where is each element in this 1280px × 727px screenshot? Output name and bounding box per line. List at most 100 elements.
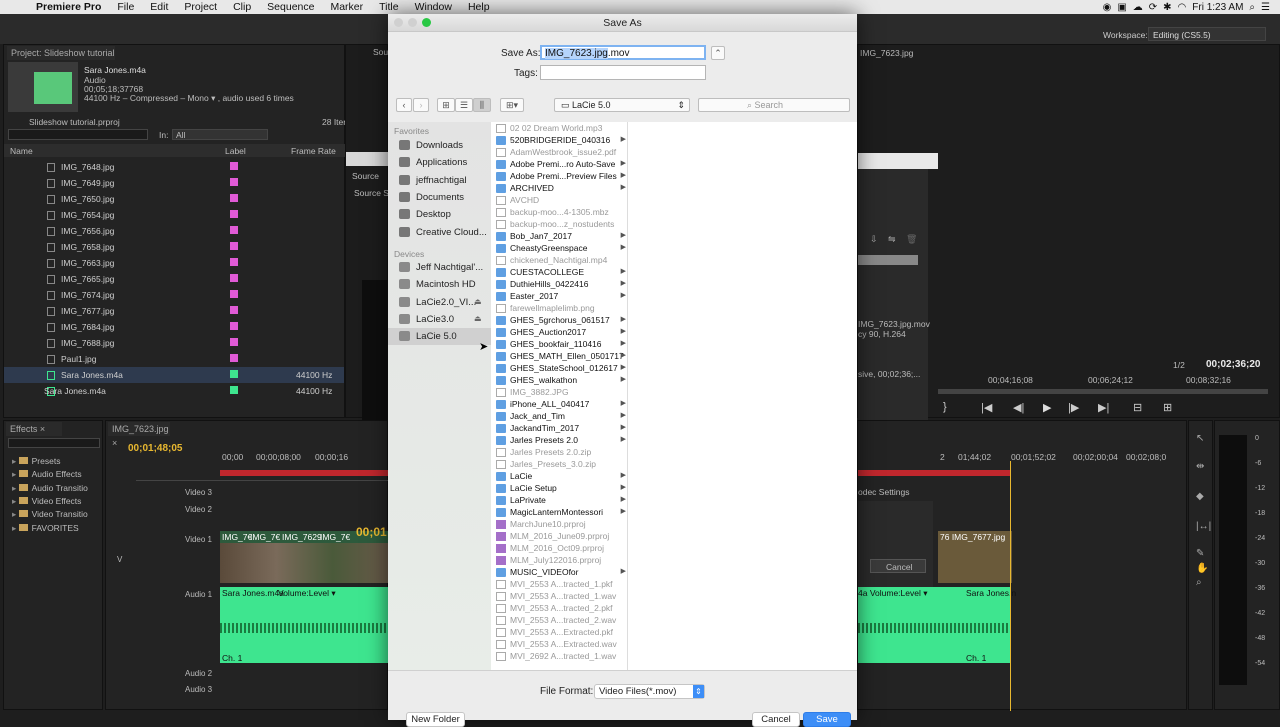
file-list-item[interactable]: MUSIC_VIDEOfor ▶ — [491, 567, 627, 579]
status-icon[interactable]: ▣ — [1117, 2, 1126, 13]
lift-icon[interactable]: ⊟ — [1133, 401, 1142, 414]
video-clip-1[interactable]: IMG_7€ — [222, 532, 252, 542]
sidebar-device-0[interactable]: Jeff Nachtigal'... — [388, 259, 491, 276]
sidebar-device-3[interactable]: LaCie3.0 ⏏ — [388, 311, 491, 328]
arrange-button[interactable]: ⊞▾ — [500, 98, 524, 112]
export-cancel-button[interactable]: Cancel — [870, 559, 926, 573]
effects-folder[interactable]: ▸ FAVORITES — [12, 523, 79, 534]
project-row[interactable]: IMG_7684.jpg — [4, 319, 344, 335]
file-list-item[interactable]: 520BRIDGERIDE_040316 ▶ — [491, 135, 627, 147]
work-area-bar-right[interactable] — [858, 470, 1010, 476]
col-name-header[interactable]: Name — [10, 146, 33, 156]
video-clip-3[interactable]: IMG_7629 — [282, 532, 322, 542]
column-view-button[interactable]: ⫼ — [473, 98, 491, 112]
bluetooth-icon[interactable]: ✱ — [1163, 2, 1171, 13]
project-row[interactable]: IMG_7656.jpg — [4, 223, 344, 239]
workspace-select[interactable]: Editing (CS5.5) — [1148, 27, 1266, 41]
menu-app-name[interactable]: Premiere Pro — [30, 1, 109, 13]
project-row[interactable]: IMG_7650.jpg — [4, 191, 344, 207]
playhead[interactable] — [1010, 461, 1011, 711]
sidebar-favorite-3[interactable]: Documents — [388, 189, 491, 206]
file-list-item[interactable]: Bob_Jan7_2017 ▶ — [491, 231, 627, 243]
sidebar-favorite-4[interactable]: Desktop — [388, 206, 491, 223]
list-icon[interactable]: ☰ — [1261, 2, 1270, 13]
step-forward-icon[interactable]: |▶ — [1068, 401, 1079, 414]
eject-icon[interactable]: ⏏ — [474, 314, 482, 323]
search-icon[interactable]: ⌕ — [1249, 2, 1255, 13]
extract-icon[interactable]: ⊞ — [1163, 401, 1172, 414]
play-icon[interactable]: ▶ — [1043, 401, 1051, 414]
ripple-edit-icon[interactable]: ⇹ — [1196, 461, 1204, 472]
pen-tool-icon[interactable]: ✎ — [1196, 548, 1204, 559]
zoom-button[interactable] — [422, 18, 431, 27]
file-list-item[interactable]: GHES_bookfair_110416 ▶ — [491, 339, 627, 351]
menu-window[interactable]: Window — [407, 1, 460, 13]
work-area-bar[interactable] — [220, 470, 389, 476]
project-search-input[interactable] — [8, 129, 148, 140]
menu-title[interactable]: Title — [371, 1, 406, 13]
program-tab[interactable]: IMG_7623.jpg — [860, 48, 913, 58]
sidebar-favorite-1[interactable]: Applications — [388, 154, 491, 171]
program-timecode[interactable]: 00;02;36;20 — [1206, 359, 1260, 370]
file-list-item[interactable]: LaCie Setup ▶ — [491, 483, 627, 495]
step-back-icon[interactable]: ◀| — [1013, 401, 1024, 414]
minimize-button[interactable] — [408, 18, 417, 27]
file-list-item[interactable]: iPhone_ALL_040417 ▶ — [491, 399, 627, 411]
file-list-item[interactable]: LaPrivate ▶ — [491, 495, 627, 507]
file-list-item[interactable]: Adobe Premi...Preview Files ▶ — [491, 171, 627, 183]
project-row[interactable]: IMG_7677.jpg — [4, 303, 344, 319]
record-icon[interactable]: ◉ — [1103, 2, 1112, 13]
in-select[interactable]: All — [172, 129, 268, 140]
project-row[interactable]: Paul1.jpg — [4, 351, 344, 367]
effects-folder[interactable]: ▸ Video Effects — [12, 496, 81, 507]
save-as-field[interactable]: IMG_7623.jpg.mov — [540, 45, 706, 60]
timeline-timecode[interactable]: 00;01;48;05 — [128, 443, 182, 454]
file-list-item[interactable]: GHES_5grchorus_061517 ▶ — [491, 315, 627, 327]
creative-cloud-icon[interactable]: ☁ — [1133, 2, 1143, 13]
project-row[interactable]: Sara Jones.m4a 44100 Hz — [4, 383, 344, 399]
collapse-button[interactable]: ⌃ — [711, 46, 725, 60]
list-view-button[interactable]: ☰ — [455, 98, 473, 112]
preset-icon[interactable]: ⇋ — [888, 234, 896, 245]
project-row[interactable]: Sara Jones.m4a 44100 Hz — [4, 367, 344, 383]
file-list-item[interactable]: Easter_2017 ▶ — [491, 291, 627, 303]
project-row[interactable]: IMG_7654.jpg — [4, 207, 344, 223]
back-button[interactable]: ‹ — [396, 98, 412, 112]
project-row[interactable]: IMG_7665.jpg — [4, 271, 344, 287]
project-row[interactable]: IMG_7663.jpg — [4, 255, 344, 271]
file-list-item[interactable]: GHES_Auction2017 ▶ — [491, 327, 627, 339]
file-list-item[interactable]: DuthieHills_0422416 ▶ — [491, 279, 627, 291]
project-row[interactable]: IMG_7674.jpg — [4, 287, 344, 303]
project-row[interactable]: IMG_7648.jpg — [4, 159, 344, 175]
search-field[interactable]: ⌕ Search — [698, 98, 850, 112]
location-select[interactable]: ▭ LaCie 5.0 ⇕ — [554, 98, 690, 112]
sidebar-device-4[interactable]: LaCie 5.0 — [388, 328, 491, 346]
file-list-item[interactable]: MagicLanternMontessori ▶ — [491, 507, 627, 519]
wifi-icon[interactable]: ◠ — [1178, 2, 1187, 13]
project-row[interactable]: IMG_7688.jpg — [4, 335, 344, 351]
sync-icon[interactable]: ⟳ — [1149, 2, 1157, 13]
icon-view-button[interactable]: ⊞ — [437, 98, 455, 112]
file-list-item[interactable]: JackandTim_2017 ▶ — [491, 423, 627, 435]
menu-project[interactable]: Project — [176, 1, 225, 13]
project-row[interactable]: IMG_7649.jpg — [4, 175, 344, 191]
forward-button[interactable]: › — [413, 98, 429, 112]
file-list-item[interactable]: CUESTACOLLEGE ▶ — [491, 267, 627, 279]
zoom-tool-icon[interactable]: ⌕ — [1196, 577, 1202, 588]
program-fraction[interactable]: 1/2 — [1173, 360, 1185, 370]
effects-folder[interactable]: ▸ Presets — [12, 456, 60, 467]
clock[interactable]: Fri 1:23 AM — [1192, 2, 1243, 13]
file-list-item[interactable]: Jarles Presets 2.0 ▶ — [491, 435, 627, 447]
delete-preset-icon[interactable]: 🗑 — [906, 234, 917, 245]
video-clip-2[interactable]: IMG_7€ — [250, 532, 280, 542]
slip-tool-icon[interactable]: |↔| — [1196, 521, 1211, 532]
audio-1-clip-right[interactable]: 4a Volume:Level ▾ Sara Jones.n Ch. 1 — [858, 587, 1016, 663]
eject-icon[interactable]: ⏏ — [474, 297, 482, 306]
menu-edit[interactable]: Edit — [142, 1, 176, 13]
hand-tool-icon[interactable]: ✋ — [1196, 563, 1208, 574]
export-icon[interactable]: ⇩ — [870, 234, 878, 245]
file-list-item[interactable]: CheastyGreenspace ▶ — [491, 243, 627, 255]
file-list-item[interactable]: GHES_StateSchool_012617 ▶ — [491, 363, 627, 375]
audio-1-clip[interactable]: Sara Jones.m4a Volume:Level ▾ Ch. 1 — [220, 587, 389, 663]
tab-effects[interactable]: Effects × — [6, 422, 62, 436]
